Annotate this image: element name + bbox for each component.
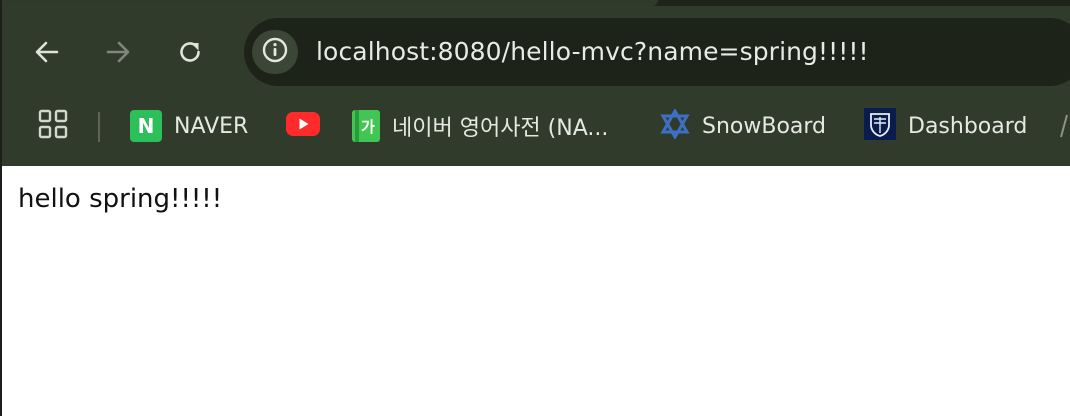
arrow-left-icon [33,38,61,66]
arrow-right-icon [104,38,132,66]
address-bar[interactable]: localhost:8080/hello-mvc?name=spring!!!!… [244,18,1070,86]
site-info-button[interactable] [252,30,298,74]
bookmark-dictionary[interactable]: 가 네이버 영어사전 (NA... [352,100,608,152]
bookmarks-items: N NAVER 가 네이버 영어사전 (NA... SnowBoard Dash… [0,100,1070,152]
back-button[interactable] [27,32,67,72]
reload-button[interactable] [170,32,210,72]
bookmark-label: 네이버 영어사전 (NA... [392,116,609,141]
url-text[interactable]: localhost:8080/hello-mvc?name=spring!!!!… [316,37,869,67]
bookmark-dashboard[interactable]: Dashboard [864,100,1027,152]
browser-toolbar: localhost:8080/hello-mvc?name=spring!!!!… [0,0,1070,166]
star-of-david-icon [660,107,690,143]
dictionary-icon: 가 [352,110,380,142]
crest-icon [864,108,896,144]
browser-window: localhost:8080/hello-mvc?name=spring!!!!… [0,0,1070,416]
youtube-icon [286,111,320,141]
page-text: hello spring!!!!! [18,184,223,214]
forward-button[interactable] [98,32,138,72]
window-edge [0,0,2,416]
active-tab-edge[interactable] [0,0,658,6]
bookmark-snowboard[interactable]: SnowBoard [660,100,826,152]
bookmark-label: SnowBoard [702,113,827,139]
bookmark-label: Dashboard [908,113,1028,139]
info-icon [261,36,289,68]
page-content: hello spring!!!!! [0,166,1070,416]
reload-icon [176,38,204,66]
bookmark-overflow-edge[interactable] [1058,100,1070,152]
bookmark-naver[interactable]: N NAVER [130,100,248,152]
naver-icon: N [130,110,162,142]
bookmark-label: NAVER [174,113,249,139]
dictionary-icon-glyph: 가 [361,118,375,136]
bookmark-youtube[interactable] [286,100,320,152]
